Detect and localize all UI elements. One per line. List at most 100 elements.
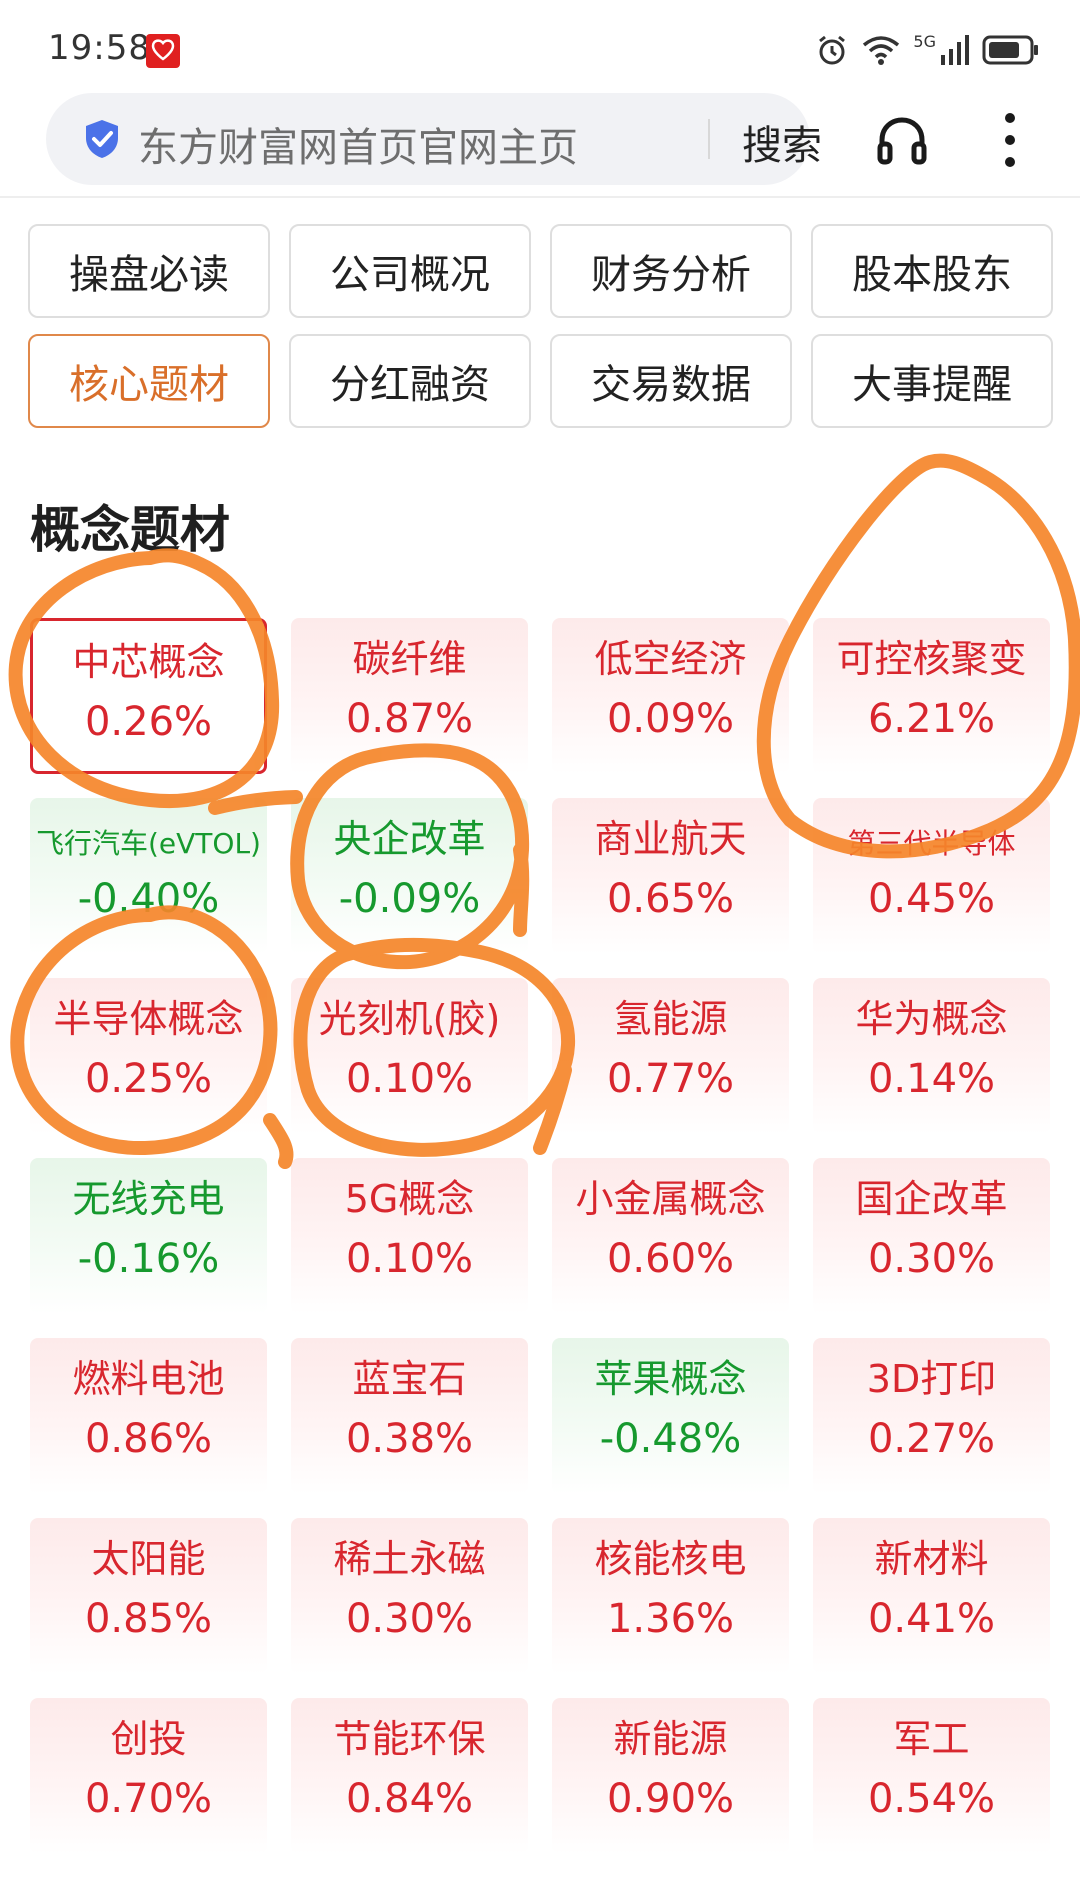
concept-card[interactable]: 燃料电池 0.86% [30, 1338, 267, 1494]
concept-name: 5G概念 [344, 1177, 475, 1221]
shield-check-icon [86, 120, 118, 158]
alarm-icon [819, 35, 846, 65]
concept-card[interactable]: 5G概念 0.10% [291, 1158, 528, 1314]
concept-name: 军工 [893, 1717, 970, 1761]
concept-name: 光刻机(胶) [318, 997, 501, 1041]
tab-company-overview[interactable]: 公司概况 [289, 224, 531, 318]
status-bar: 19:58 5G [0, 0, 1080, 96]
concept-card[interactable]: 新材料 0.41% [813, 1518, 1050, 1674]
concept-change: 0.41% [867, 1596, 996, 1642]
stock-info-tabs: 操盘必读 公司概况 财务分析 股本股东 核心题材 分红融资 交易数据 大事提醒 [28, 224, 1053, 428]
concept-name: 蓝宝石 [352, 1357, 467, 1401]
address-search-bar[interactable]: 东方财富网首页官网主页 搜索 [46, 93, 822, 185]
concept-name: 低空经济 [594, 637, 747, 681]
concept-card[interactable]: 太阳能 0.85% [30, 1518, 267, 1674]
concept-card[interactable]: 稀土永磁 0.30% [291, 1518, 528, 1674]
concept-change: 0.85% [84, 1596, 213, 1642]
concept-name: 可控核聚变 [836, 637, 1027, 681]
concept-change: 0.26% [84, 699, 213, 745]
tab-operation-guide[interactable]: 操盘必读 [28, 224, 270, 318]
concept-change: 0.65% [606, 876, 735, 922]
concept-card[interactable]: 3D打印 0.27% [813, 1338, 1050, 1494]
concept-change: 1.36% [606, 1596, 735, 1642]
concept-card[interactable]: 节能环保 0.84% [291, 1698, 528, 1854]
concept-name: 半导体概念 [53, 997, 244, 1041]
tab-major-events[interactable]: 大事提醒 [811, 334, 1053, 428]
concept-change: 0.10% [345, 1236, 474, 1282]
concept-change: 0.87% [345, 696, 474, 742]
search-divider [708, 119, 710, 159]
wifi-icon [863, 36, 900, 65]
concept-name: 飞行汽车(eVTOL) [36, 827, 261, 860]
tab-share-capital[interactable]: 股本股东 [811, 224, 1053, 318]
app-notification-icon [146, 34, 180, 68]
battery-icon [982, 35, 1038, 65]
concept-name: 稀土永磁 [333, 1537, 486, 1581]
concept-change: 0.25% [84, 1056, 213, 1102]
concept-card[interactable]: 新能源 0.90% [552, 1698, 789, 1854]
concept-change: 6.21% [867, 696, 996, 742]
concept-name: 太阳能 [91, 1537, 206, 1581]
concept-card[interactable]: 核能核电 1.36% [552, 1518, 789, 1674]
concept-card[interactable]: 飞行汽车(eVTOL) -0.40% [30, 798, 267, 954]
concept-change: 0.84% [345, 1776, 474, 1822]
concept-card[interactable]: 可控核聚变 6.21% [813, 618, 1050, 774]
concept-name: 小金属概念 [575, 1177, 766, 1221]
concept-name: 新材料 [874, 1537, 989, 1581]
concept-card[interactable]: 商业航天 0.65% [552, 798, 789, 954]
concept-card[interactable]: 苹果概念 -0.48% [552, 1338, 789, 1494]
search-query-text[interactable]: 东方财富网首页官网主页 [138, 115, 578, 173]
tab-financial-analysis[interactable]: 财务分析 [550, 224, 792, 318]
status-time: 19:58 [48, 28, 151, 68]
concept-name: 苹果概念 [594, 1357, 747, 1401]
concept-name: 氢能源 [613, 997, 728, 1041]
concept-name: 碳纤维 [352, 637, 467, 681]
concept-name: 无线充电 [72, 1177, 225, 1221]
concept-change: -0.16% [77, 1236, 220, 1282]
concept-card[interactable]: 第三代半导体 0.45% [813, 798, 1050, 954]
concept-card[interactable]: 无线充电 -0.16% [30, 1158, 267, 1314]
concept-card[interactable]: 蓝宝石 0.38% [291, 1338, 528, 1494]
concept-card[interactable]: 央企改革 -0.09% [291, 798, 528, 954]
concept-name: 第三代半导体 [847, 827, 1016, 860]
concept-change: 0.14% [867, 1056, 996, 1102]
concept-name: 中芯概念 [72, 640, 225, 684]
concept-change: 0.10% [345, 1056, 474, 1102]
more-vertical-icon[interactable] [994, 110, 1026, 170]
concept-name: 3D打印 [866, 1357, 997, 1401]
concept-name: 创投 [110, 1717, 187, 1761]
concept-change: 0.90% [606, 1776, 735, 1822]
concept-name: 核能核电 [594, 1537, 747, 1581]
tab-dividends-financing[interactable]: 分红融资 [289, 334, 531, 428]
tab-core-themes[interactable]: 核心题材 [28, 334, 270, 428]
section-title: 概念题材 [30, 501, 230, 559]
concept-card[interactable]: 低空经济 0.09% [552, 618, 789, 774]
concept-card[interactable]: 半导体概念 0.25% [30, 978, 267, 1134]
concept-card[interactable]: 氢能源 0.77% [552, 978, 789, 1134]
concept-card[interactable]: 小金属概念 0.60% [552, 1158, 789, 1314]
concept-change: -0.09% [338, 876, 481, 922]
concept-card[interactable]: 国企改革 0.30% [813, 1158, 1050, 1314]
headphone-icon[interactable] [874, 112, 930, 168]
concept-card[interactable]: 光刻机(胶) 0.10% [291, 978, 528, 1134]
concept-name: 燃料电池 [72, 1357, 225, 1401]
concept-card[interactable]: 碳纤维 0.87% [291, 618, 528, 774]
search-button[interactable]: 搜索 [742, 113, 822, 171]
concept-change: 0.30% [867, 1236, 996, 1282]
header-divider [0, 196, 1080, 198]
tab-trading-data[interactable]: 交易数据 [550, 334, 792, 428]
status-icons: 5G [815, 32, 1040, 68]
signal-icon [941, 35, 969, 65]
concept-name: 央企改革 [333, 817, 486, 861]
concept-name: 国企改革 [855, 1177, 1008, 1221]
concept-change: 0.27% [867, 1416, 996, 1462]
concept-grid: 中芯概念 0.26% 碳纤维 0.87% 低空经济 0.09% 可控核聚变 6.21% … [30, 618, 1050, 1854]
concept-name: 节能环保 [333, 1717, 486, 1761]
concept-name: 新能源 [613, 1717, 728, 1761]
concept-change: 0.54% [867, 1776, 996, 1822]
concept-card[interactable]: 华为概念 0.14% [813, 978, 1050, 1134]
concept-card[interactable]: 军工 0.54% [813, 1698, 1050, 1854]
concept-change: -0.48% [599, 1416, 742, 1462]
concept-card[interactable]: 中芯概念 0.26% [30, 618, 267, 774]
concept-card[interactable]: 创投 0.70% [30, 1698, 267, 1854]
